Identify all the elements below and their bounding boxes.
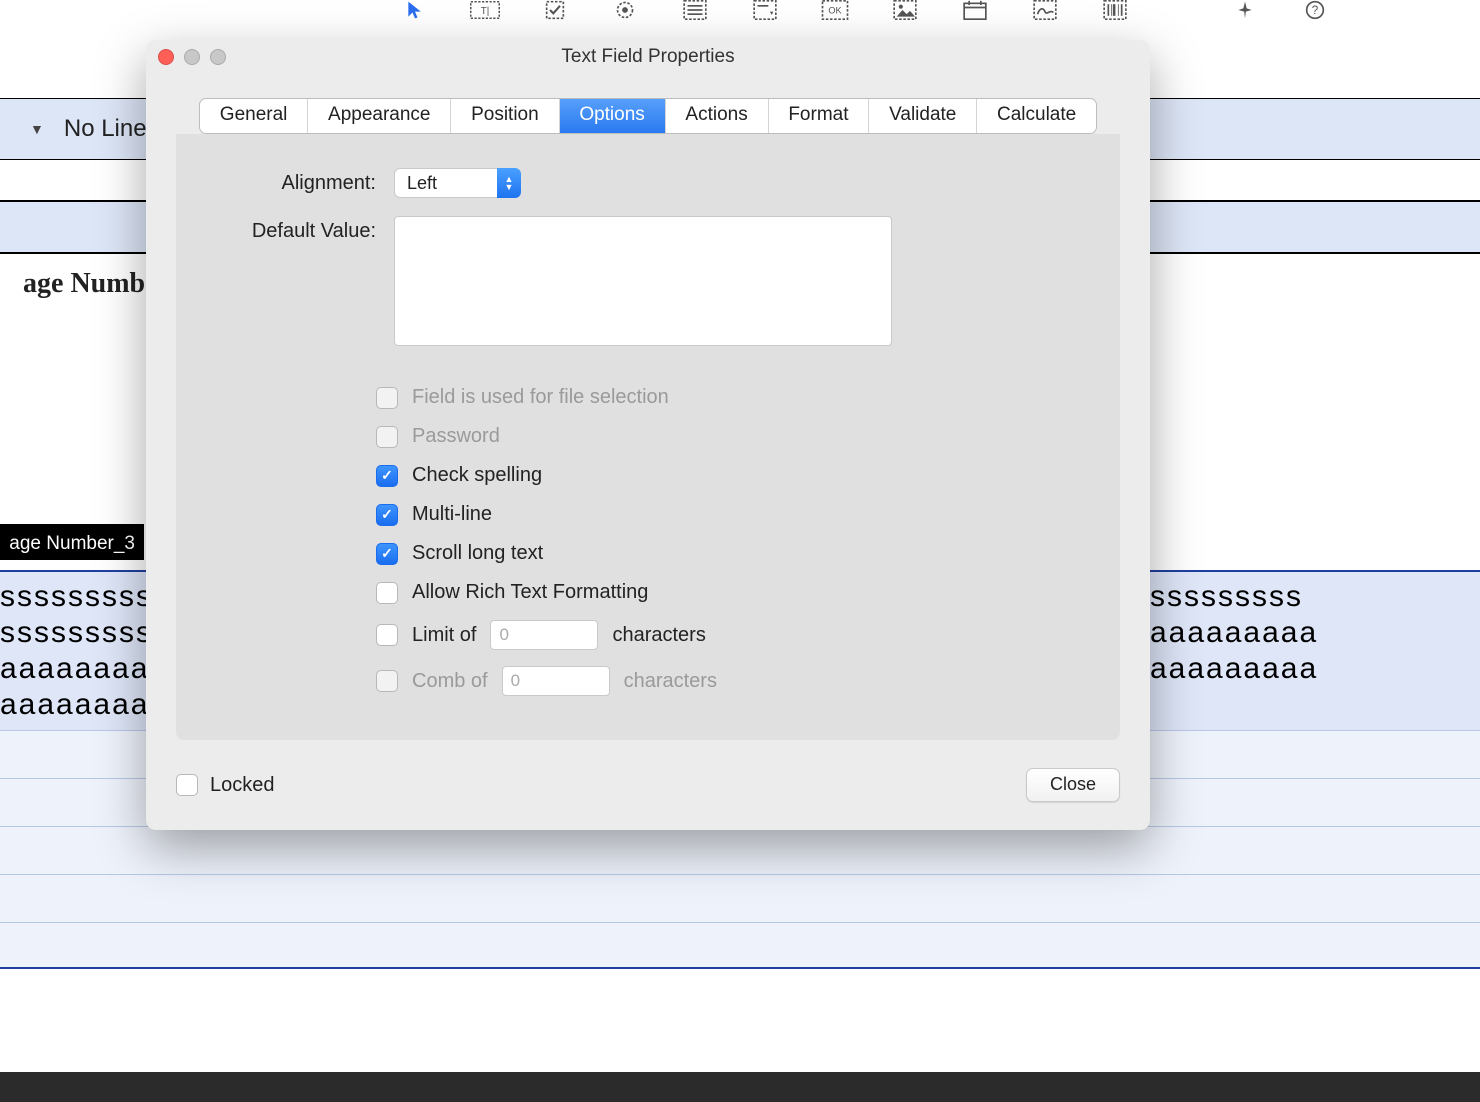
svg-text:T|: T| bbox=[481, 6, 490, 17]
svg-text:OK: OK bbox=[828, 5, 841, 15]
close-window-icon[interactable] bbox=[158, 49, 174, 65]
window-footer bbox=[0, 1072, 1480, 1102]
password-checkbox bbox=[376, 426, 398, 448]
locked-label: Locked bbox=[210, 774, 275, 797]
minimize-window-icon bbox=[184, 49, 200, 65]
locked-checkbox[interactable] bbox=[176, 774, 198, 796]
pointer-icon[interactable] bbox=[400, 0, 430, 26]
comb-of-checkbox bbox=[376, 670, 398, 692]
comb-of-input[interactable] bbox=[502, 666, 610, 696]
options-panel: Alignment: Left ▲▼ Default Value: Field … bbox=[176, 134, 1120, 740]
ok-button-tool-icon[interactable]: OK bbox=[820, 0, 850, 26]
tab-position[interactable]: Position bbox=[450, 99, 558, 133]
comb-of-chars-label: characters bbox=[624, 670, 717, 693]
date-field-tool-icon[interactable] bbox=[960, 0, 990, 26]
dialog-titlebar: Text Field Properties bbox=[146, 40, 1150, 74]
help-icon[interactable]: ? bbox=[1300, 0, 1330, 26]
limit-of-chars-label: characters bbox=[612, 624, 705, 647]
tab-appearance[interactable]: Appearance bbox=[307, 99, 450, 133]
tab-general[interactable]: General bbox=[200, 99, 307, 133]
checkbox-tool-icon[interactable] bbox=[540, 0, 570, 26]
alignment-select-value: Left bbox=[394, 168, 497, 198]
alignment-select[interactable]: Left ▲▼ bbox=[394, 168, 521, 198]
check-spelling-checkbox[interactable]: ✓ bbox=[376, 465, 398, 487]
barcode-tool-icon[interactable] bbox=[1100, 0, 1130, 26]
text-field-properties-dialog: Text Field Properties General Appearance… bbox=[146, 40, 1150, 830]
rich-text-checkbox[interactable] bbox=[376, 582, 398, 604]
rich-text-label: Allow Rich Text Formatting bbox=[412, 581, 648, 604]
check-spelling-label: Check spelling bbox=[412, 464, 542, 487]
scroll-long-text-label: Scroll long text bbox=[412, 542, 543, 565]
chevron-down-icon[interactable]: ▼ bbox=[30, 121, 44, 137]
dropdown-tool-icon[interactable] bbox=[750, 0, 780, 26]
svg-text:?: ? bbox=[1312, 4, 1319, 17]
multi-line-label: Multi-line bbox=[412, 503, 492, 526]
file-selection-label: Field is used for file selection bbox=[412, 386, 669, 409]
default-value-label: Default Value: bbox=[176, 216, 394, 246]
dialog-title: Text Field Properties bbox=[146, 46, 1150, 68]
signature-tool-icon[interactable] bbox=[1030, 0, 1060, 26]
app-toolbar: T| OK ? bbox=[0, 0, 1480, 30]
tab-actions[interactable]: Actions bbox=[665, 99, 768, 133]
comb-of-label: Comb of bbox=[412, 670, 488, 693]
alignment-label: Alignment: bbox=[176, 168, 394, 198]
image-field-tool-icon[interactable] bbox=[890, 0, 920, 26]
multi-line-checkbox[interactable]: ✓ bbox=[376, 504, 398, 526]
column-heading: age Number bbox=[0, 268, 170, 300]
tab-validate[interactable]: Validate bbox=[868, 99, 976, 133]
listbox-tool-icon[interactable] bbox=[680, 0, 710, 26]
password-label: Password bbox=[412, 425, 500, 448]
scroll-long-text-checkbox[interactable]: ✓ bbox=[376, 543, 398, 565]
properties-tabs: General Appearance Position Options Acti… bbox=[199, 98, 1097, 134]
limit-of-input[interactable] bbox=[490, 620, 598, 650]
table-cell: sssssssss bbox=[1150, 580, 1480, 614]
default-value-input[interactable] bbox=[394, 216, 892, 346]
table-cell: aaaaaaaaa bbox=[1150, 616, 1480, 650]
limit-of-checkbox[interactable] bbox=[376, 624, 398, 646]
pin-icon[interactable] bbox=[1230, 0, 1260, 26]
limit-of-label: Limit of bbox=[412, 624, 476, 647]
form-field-tag[interactable]: age Number_3 bbox=[0, 526, 142, 558]
table-cell: aaaaaaaaa bbox=[1150, 652, 1480, 686]
line-style-label[interactable]: No Line bbox=[64, 115, 147, 143]
text-field-tool-icon[interactable]: T| bbox=[470, 0, 500, 26]
radio-tool-icon[interactable] bbox=[610, 0, 640, 26]
zoom-window-icon bbox=[210, 49, 226, 65]
select-arrows-icon: ▲▼ bbox=[497, 168, 521, 198]
tab-format[interactable]: Format bbox=[768, 99, 869, 133]
tab-options[interactable]: Options bbox=[559, 99, 665, 133]
close-button[interactable]: Close bbox=[1026, 768, 1120, 802]
tab-calculate[interactable]: Calculate bbox=[976, 99, 1096, 133]
file-selection-checkbox bbox=[376, 387, 398, 409]
